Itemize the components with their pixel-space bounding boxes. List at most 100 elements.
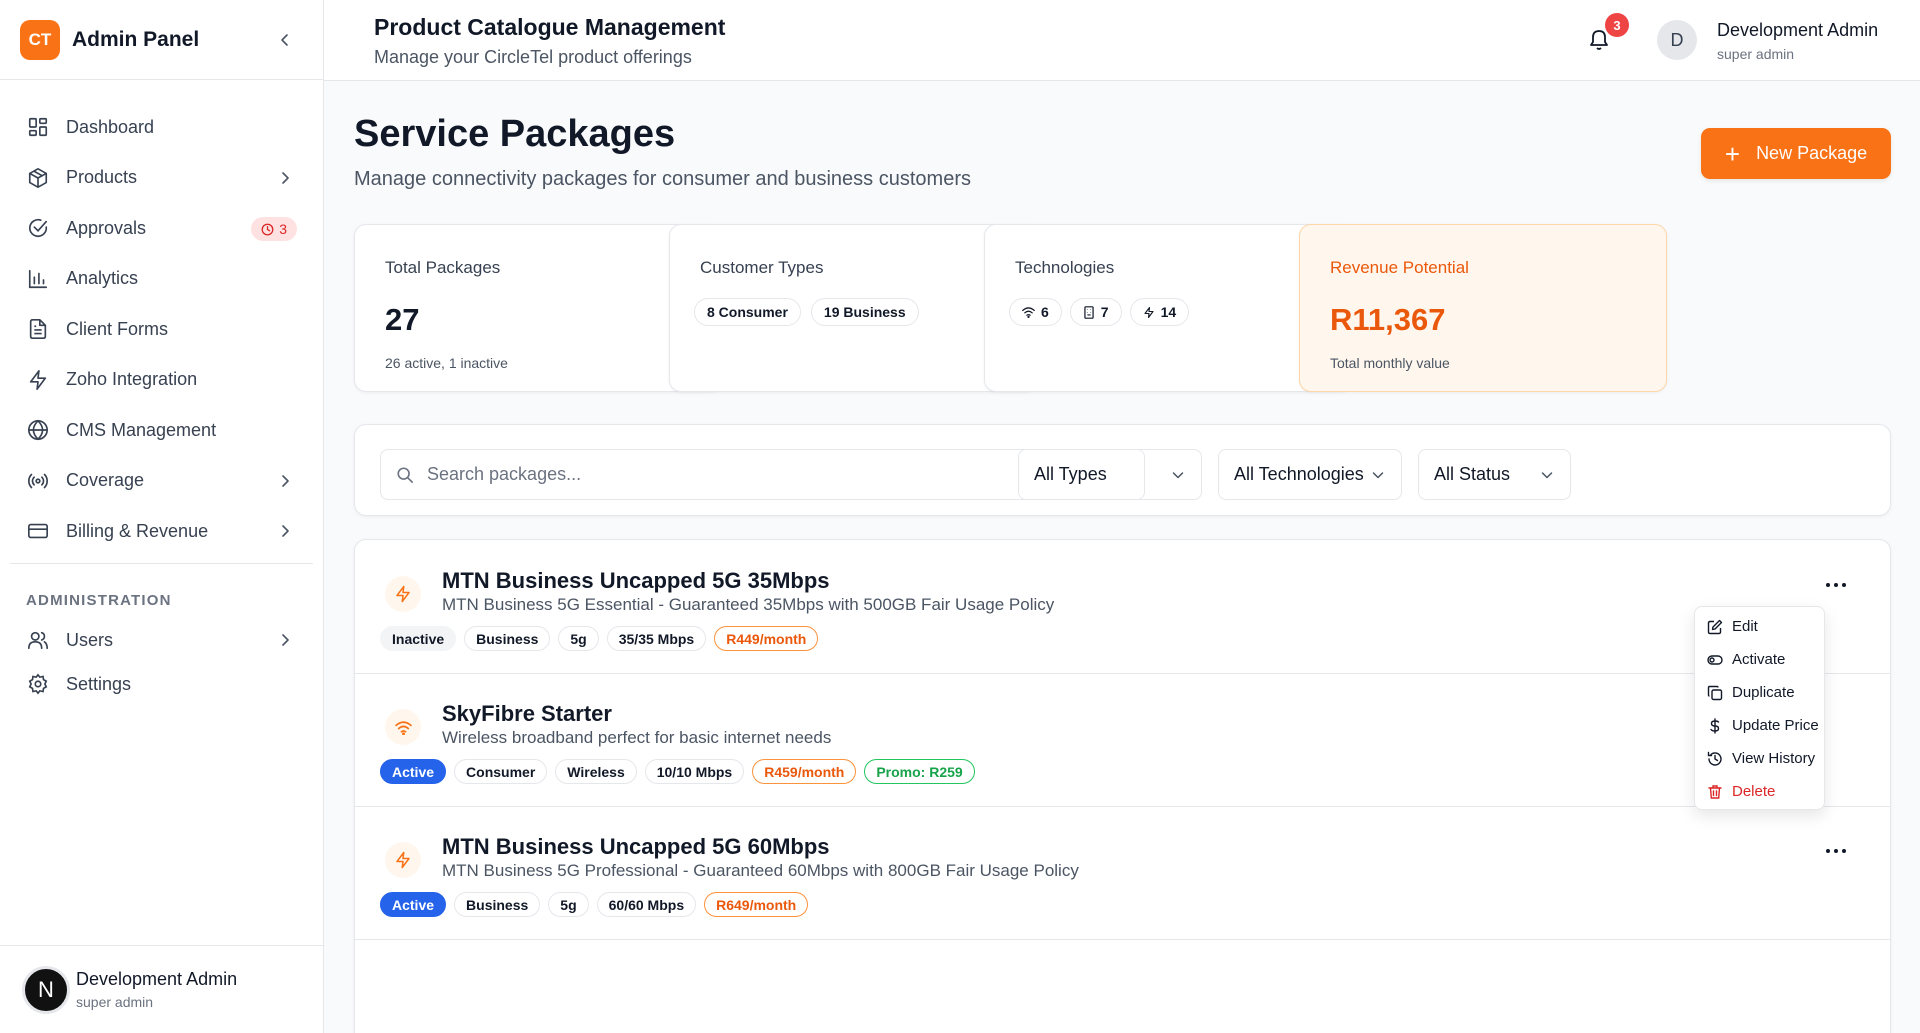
sidebar: CT Admin Panel Dashboard Products Approv…: [0, 0, 324, 1033]
customer-type-chips: 8 Consumer 19 Business: [694, 298, 919, 326]
notification-count-badge: 3: [1605, 13, 1629, 37]
sidebar-user-name: Development Admin: [76, 969, 238, 989]
page-title: Service Packages: [354, 113, 676, 155]
menu-item-edit[interactable]: Edit: [1695, 610, 1824, 643]
collapse-sidebar-icon[interactable]: [277, 32, 293, 48]
wifi-icon: [1022, 307, 1035, 318]
package-tags: Active Consumer Wireless 10/10 Mbps R459…: [380, 759, 975, 784]
building-icon: [1084, 305, 1094, 319]
chevron-right-icon: [282, 633, 289, 646]
topbar-user-name: Development Admin: [1717, 20, 1879, 40]
avatar[interactable]: D: [1657, 20, 1697, 60]
menu-item-label: Edit: [1732, 618, 1758, 635]
technology-badge: 5g: [548, 892, 589, 917]
sidebar-header: CT Admin Panel: [0, 0, 323, 80]
fiveg-count: 14: [1160, 304, 1177, 320]
approvals-badge: 3: [251, 217, 297, 241]
fibre-count: 7: [1100, 304, 1109, 320]
status-badge: Active: [380, 892, 447, 917]
technology-chips: 6 7 14: [1009, 298, 1190, 326]
sidebar-user-info: Development Admin super admin: [76, 969, 237, 1010]
sidebar-user-role: super admin: [76, 994, 154, 1010]
more-actions-icon[interactable]: [1826, 846, 1846, 856]
zap-icon: [385, 576, 421, 612]
chevron-down-icon: [1541, 471, 1553, 478]
type-filter-value: All Types: [1034, 464, 1107, 484]
sidebar-item-label: Analytics: [66, 268, 139, 289]
sidebar-item-label: Client Forms: [66, 318, 169, 339]
technology-filter-value: All Technologies: [1234, 464, 1364, 484]
type-filter-select[interactable]: All Types: [1018, 449, 1202, 500]
chevron-right-icon: [282, 474, 289, 487]
sidebar-item-dashboard[interactable]: Dashboard: [0, 102, 323, 153]
page-header-title: Product Catalogue Management: [374, 14, 726, 40]
sidebar-item-client-forms[interactable]: Client Forms: [0, 304, 323, 355]
package-description: MTN Business 5G Professional - Guarantee…: [442, 861, 1079, 880]
credit-card-icon: [26, 519, 50, 543]
topbar-user[interactable]: Development Admin super admin: [1717, 20, 1878, 62]
type-badge: Consumer: [454, 759, 548, 784]
sidebar-user[interactable]: N Development Admin super admin: [0, 945, 324, 1033]
sidebar-item-users[interactable]: Users: [0, 620, 323, 661]
sidebar-item-settings[interactable]: Settings: [0, 661, 323, 708]
sidebar-item-label: Billing & Revenue: [66, 520, 209, 541]
speed-badge: 35/35 Mbps: [606, 626, 707, 651]
menu-item-label: Activate: [1732, 651, 1786, 668]
page-header-subtitle: Manage your CircleTel product offerings: [374, 47, 692, 67]
topbar-user-role: super admin: [1717, 46, 1795, 62]
sidebar-item-cms-management[interactable]: CMS Management: [0, 405, 323, 456]
sidebar-item-label: Zoho Integration: [66, 369, 198, 390]
sidebar-divider: [10, 562, 313, 564]
speed-badge: 60/60 Mbps: [596, 892, 697, 917]
technology-badge: Wireless: [555, 759, 637, 784]
gear-icon: [26, 672, 50, 696]
menu-item-label: Delete: [1732, 783, 1776, 800]
menu-item-delete[interactable]: Delete: [1695, 775, 1824, 808]
sidebar-item-approvals[interactable]: Approvals 3: [0, 203, 323, 254]
sidebar-item-label: Approvals: [66, 217, 147, 238]
sidebar-item-products[interactable]: Products: [0, 153, 323, 204]
sidebar-item-billing-revenue[interactable]: Billing & Revenue: [0, 506, 323, 557]
filter-bar: All Types All Technologies All Status: [354, 424, 1891, 516]
toggle-icon: [1707, 652, 1723, 668]
stat-value: R11,367: [1330, 302, 1446, 337]
chevron-right-icon: [282, 525, 289, 537]
sidebar-title: Admin Panel: [72, 27, 200, 51]
price-badge: R459/month: [752, 759, 857, 784]
globe-icon: [26, 418, 50, 442]
stat-note: Total monthly value: [1330, 355, 1450, 371]
menu-item-view-history[interactable]: View History: [1695, 742, 1824, 775]
status-filter-select[interactable]: All Status: [1418, 449, 1571, 500]
clock-icon: [261, 223, 274, 235]
sidebar-item-label: Dashboard: [66, 116, 155, 137]
menu-item-update-price[interactable]: Update Price: [1695, 709, 1824, 742]
technology-badge: 5g: [558, 626, 599, 651]
status-badge: Active: [380, 759, 447, 784]
menu-item-activate[interactable]: Activate: [1695, 643, 1824, 676]
menu-item-duplicate[interactable]: Duplicate: [1695, 676, 1824, 709]
menu-item-label: View History: [1732, 750, 1816, 767]
package-description: MTN Business 5G Essential - Guaranteed 3…: [442, 595, 1055, 614]
more-actions-icon[interactable]: [1826, 580, 1846, 590]
stat-card-total-packages: Total Packages 27 26 active, 1 inactive: [354, 224, 722, 392]
package-list: MTN Business Uncapped 5G 35Mbps MTN Busi…: [354, 539, 1891, 1033]
list-item: SkyFibre Starter Wireless broadband perf…: [355, 673, 1890, 807]
speed-badge: 10/10 Mbps: [644, 759, 745, 784]
sidebar-item-label: Coverage: [66, 470, 145, 491]
chevron-down-icon: [1172, 471, 1184, 478]
sidebar-item-coverage[interactable]: Coverage: [0, 456, 323, 507]
package-name: SkyFibre Starter: [442, 701, 612, 726]
stat-note: 26 active, 1 inactive: [385, 355, 508, 371]
avatar: N: [22, 965, 70, 1014]
package-tags: Inactive Business 5g 35/35 Mbps R449/mon…: [380, 626, 819, 651]
sidebar-item-zoho-integration[interactable]: Zoho Integration: [0, 355, 323, 406]
wireless-count-chip: 6: [1009, 298, 1062, 326]
wireless-count: 6: [1041, 304, 1049, 320]
package-tags: Active Business 5g 60/60 Mbps R649/month: [380, 892, 809, 917]
new-package-button[interactable]: + New Package: [1701, 128, 1891, 179]
page-subtitle: Manage connectivity packages for consume…: [354, 168, 971, 190]
sidebar-item-analytics[interactable]: Analytics: [0, 254, 323, 305]
fibre-count-chip: 7: [1069, 298, 1122, 326]
technology-filter-select[interactable]: All Technologies: [1218, 449, 1402, 500]
type-badge: Business: [464, 626, 551, 651]
